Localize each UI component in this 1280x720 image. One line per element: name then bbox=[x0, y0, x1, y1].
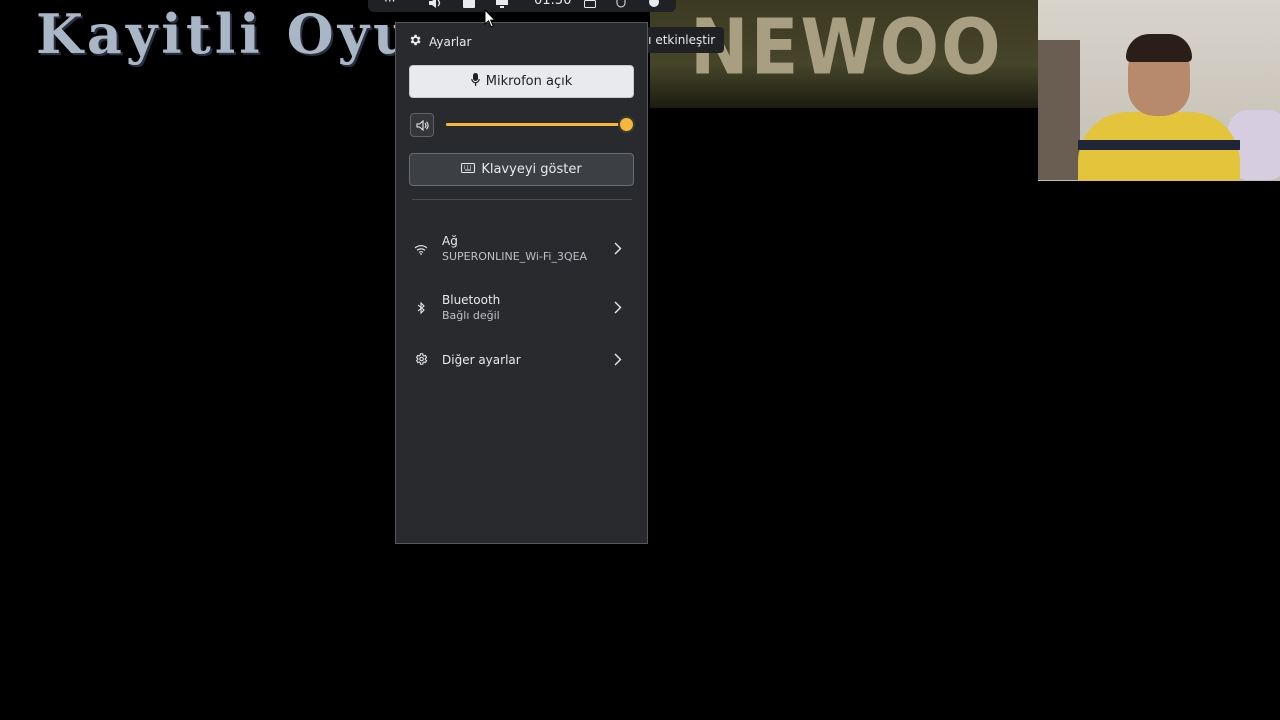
settings-panel: Ayarlar Mikrofon açık Klavyeyi göster Ağ… bbox=[395, 22, 648, 544]
game-sign-text: NEWOO bbox=[690, 1, 1003, 93]
menu-button[interactable]: ··· bbox=[384, 0, 395, 8]
show-keyboard-button[interactable]: Klavyeyi göster bbox=[409, 153, 634, 186]
speaker-icon bbox=[415, 116, 429, 135]
clock-text: 01:50 bbox=[534, 0, 572, 8]
webcam-shelf bbox=[1038, 40, 1080, 180]
keyboard-icon bbox=[461, 162, 476, 177]
bluetooth-title: Bluetooth bbox=[442, 292, 501, 307]
display-icon[interactable] bbox=[495, 0, 509, 8]
top-taskbar: ··· 01:50 bbox=[368, 0, 676, 12]
network-subtitle: SUPERONLINE_Wi-Fi_3QEA bbox=[442, 249, 588, 263]
chevron-right-icon bbox=[614, 351, 622, 370]
volume-slider-fill bbox=[446, 123, 626, 126]
volume-slider-thumb[interactable] bbox=[620, 118, 633, 131]
microphone-icon bbox=[470, 73, 480, 90]
webcam-overlay bbox=[1038, 0, 1280, 181]
keyboard-button-label: Klavyeyi göster bbox=[481, 162, 582, 177]
volume-mute-button[interactable] bbox=[410, 113, 434, 137]
folder-icon[interactable] bbox=[584, 0, 596, 8]
microphone-toggle-button[interactable]: Mikrofon açık bbox=[409, 65, 634, 98]
chevron-right-icon bbox=[614, 299, 622, 318]
gear-icon bbox=[408, 33, 422, 50]
gear-icon bbox=[414, 351, 428, 370]
settings-row-other[interactable]: Diğer ayarlar bbox=[412, 340, 634, 380]
webcam-shirt-stripe bbox=[1078, 140, 1240, 150]
speaker-icon[interactable] bbox=[428, 0, 442, 8]
wifi-icon bbox=[414, 240, 428, 259]
webcam-person-hair bbox=[1126, 34, 1192, 62]
network-title: Ağ bbox=[442, 233, 458, 248]
chevron-right-icon bbox=[614, 240, 622, 259]
microphone-button-label: Mikrofon açık bbox=[485, 74, 573, 89]
panel-header: Ayarlar bbox=[408, 33, 471, 50]
settings-row-network[interactable]: Ağ SUPERONLINE_Wi-Fi_3QEA bbox=[412, 229, 634, 269]
screenshot-icon[interactable] bbox=[462, 0, 476, 8]
panel-divider bbox=[412, 199, 632, 200]
mouse-icon[interactable] bbox=[616, 0, 626, 8]
panel-title: Ayarlar bbox=[429, 34, 472, 49]
settings-gear-icon[interactable] bbox=[648, 0, 660, 8]
bluetooth-subtitle: Bağlı değil bbox=[442, 308, 500, 322]
mouse-cursor-icon bbox=[484, 8, 497, 32]
other-settings-title: Diğer ayarlar bbox=[442, 352, 521, 367]
settings-row-bluetooth[interactable]: Bluetooth Bağlı değil bbox=[412, 288, 634, 328]
volume-slider[interactable] bbox=[446, 118, 633, 131]
bluetooth-icon bbox=[417, 299, 425, 318]
